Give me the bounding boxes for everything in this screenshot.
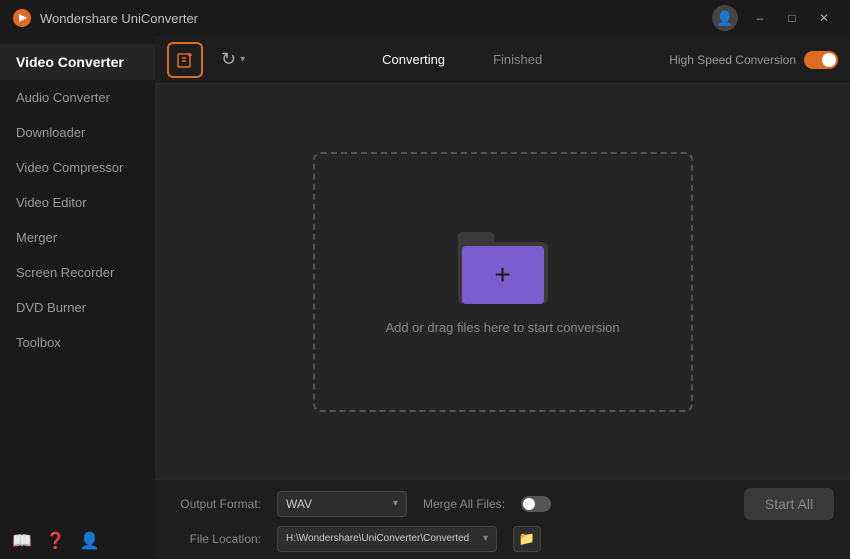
title-bar: Wondershare UniConverter 👤 – □ ✕ (0, 0, 850, 36)
bottom-row-format: Output Format: WAV ▾ Merge All Files: St… (171, 488, 834, 520)
book-icon[interactable]: 📖 (12, 531, 32, 551)
output-format-label: Output Format: (171, 497, 261, 511)
bottom-bar: Output Format: WAV ▾ Merge All Files: St… (155, 479, 850, 559)
close-button[interactable]: ✕ (810, 7, 838, 29)
sidebar-item-video-editor[interactable]: Video Editor (0, 185, 155, 220)
sidebar-item-screen-recorder[interactable]: Screen Recorder (0, 255, 155, 290)
account-icon[interactable]: 👤 (80, 531, 100, 551)
add-files-button[interactable] (167, 42, 203, 78)
sidebar-item-toolbox[interactable]: Toolbox (0, 325, 155, 360)
start-all-button[interactable]: Start All (744, 488, 834, 520)
sidebar-item-downloader[interactable]: Downloader (0, 115, 155, 150)
sidebar-item-video-converter[interactable]: Video Converter (0, 44, 155, 80)
tab-finished[interactable]: Finished (469, 46, 566, 73)
sidebar: Video Converter Audio Converter Download… (0, 36, 155, 559)
main-layout: Video Converter Audio Converter Download… (0, 36, 850, 559)
sidebar-item-video-compressor[interactable]: Video Compressor (0, 150, 155, 185)
sidebar-nav: Video Converter Audio Converter Download… (0, 36, 155, 364)
select-arrow-icon2: ▾ (483, 533, 488, 544)
browse-folder-button[interactable]: 📁 (513, 526, 541, 552)
maximize-button[interactable]: □ (778, 7, 806, 29)
sidebar-bottom-controls: 📖 ❓ 👤 (0, 523, 155, 559)
merge-all-label: Merge All Files: (423, 497, 505, 511)
tab-bar: Converting Finished (263, 46, 661, 73)
toggle-off-knob (523, 498, 535, 510)
plus-icon: + (494, 261, 510, 289)
select-arrow-icon: ▾ (393, 498, 398, 509)
window-controls: – □ ✕ (746, 7, 838, 29)
output-format-select[interactable]: WAV ▾ (277, 491, 407, 517)
high-speed-toggle[interactable] (804, 51, 838, 69)
app-logo (12, 8, 32, 28)
tab-converting[interactable]: Converting (358, 46, 469, 73)
sidebar-item-audio-converter[interactable]: Audio Converter (0, 80, 155, 115)
folder-open-icon: 📁 (519, 531, 535, 547)
file-location-value: H:\Wondershare\UniConverter\Converted (286, 533, 469, 544)
rotate-icon: ↻ (221, 49, 236, 70)
sidebar-item-merger[interactable]: Merger (0, 220, 155, 255)
file-location-label: File Location: (171, 532, 261, 546)
format-value: WAV (286, 497, 312, 511)
toggle-knob (822, 53, 836, 67)
app-title: Wondershare UniConverter (40, 11, 712, 26)
high-speed-area: High Speed Conversion (669, 51, 838, 69)
drop-zone-container: + Add or drag files here to start conver… (155, 84, 850, 479)
sidebar-item-dvd-burner[interactable]: DVD Burner (0, 290, 155, 325)
drop-zone[interactable]: + Add or drag files here to start conver… (313, 152, 693, 412)
content-area: ↻ ▾ Converting Finished High Speed Conve… (155, 36, 850, 559)
high-speed-label: High Speed Conversion (669, 53, 796, 67)
minimize-button[interactable]: – (746, 7, 774, 29)
rotate-button[interactable]: ↻ ▾ (211, 44, 255, 76)
user-avatar[interactable]: 👤 (712, 5, 738, 31)
toolbar: ↻ ▾ Converting Finished High Speed Conve… (155, 36, 850, 84)
help-icon[interactable]: ❓ (46, 531, 66, 551)
merge-files-toggle[interactable] (521, 496, 551, 512)
bottom-row-location: File Location: H:\Wondershare\UniConvert… (171, 526, 834, 552)
folder-front: + (462, 246, 544, 304)
folder-icon: + (458, 229, 548, 304)
chevron-down-icon: ▾ (240, 54, 245, 65)
file-location-select[interactable]: H:\Wondershare\UniConverter\Converted ▾ (277, 526, 497, 552)
drop-zone-text: Add or drag files here to start conversi… (385, 320, 619, 335)
